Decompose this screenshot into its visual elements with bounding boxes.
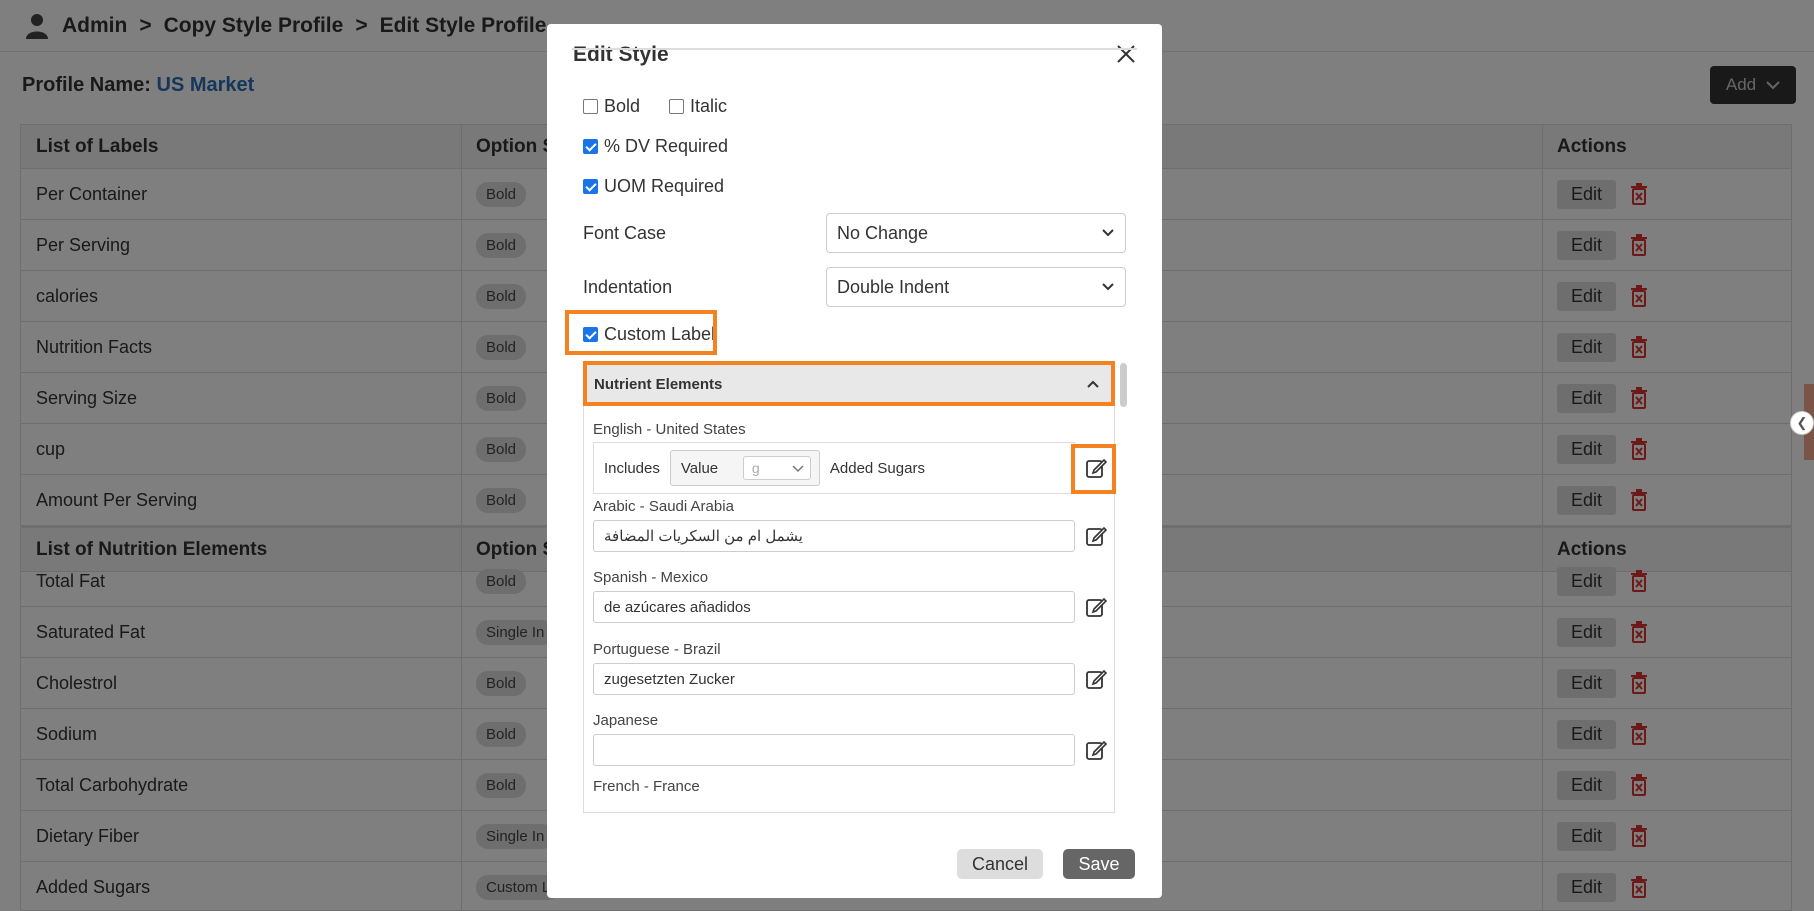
chevron-down-icon (1102, 283, 1114, 291)
edit-english-highlight (1071, 444, 1116, 494)
close-icon[interactable] (1115, 43, 1137, 65)
lang-label-english: English - United States (593, 421, 746, 438)
indentation-label: Indentation (583, 277, 673, 297)
edit-style-modal: Edit Style Bold Italic % DV Required UOM… (547, 24, 1162, 898)
font-case-value: No Change (837, 222, 929, 243)
lang-label: French - France (593, 778, 700, 795)
translation-input[interactable] (593, 734, 1075, 766)
italic-checkbox-box[interactable] (669, 99, 684, 114)
bold-checkbox[interactable]: Bold (583, 96, 640, 117)
edit-icon[interactable] (1085, 596, 1107, 618)
accordion-scrollbar[interactable] (1120, 363, 1127, 407)
save-button-label: Save (1078, 853, 1120, 874)
chevron-down-icon (792, 465, 804, 473)
translation-input[interactable]: de azúcares añadidos (593, 591, 1075, 623)
uom-required-checkbox-box[interactable] (583, 179, 598, 194)
chevron-down-icon (1102, 229, 1114, 237)
cancel-button-label: Cancel (971, 853, 1029, 874)
uom-required-label: UOM Required (604, 176, 725, 196)
modal-title: Edit Style (573, 43, 669, 66)
translation-input[interactable]: يشمل ام من السكريات المضافة (593, 520, 1075, 552)
italic-checkbox[interactable]: Italic (669, 96, 727, 117)
dv-required-checkbox-box[interactable] (583, 139, 598, 154)
bold-checkbox-label: Bold (604, 96, 641, 116)
custom-label-highlight (565, 310, 717, 355)
collapse-arrow-icon[interactable]: ❮ (1790, 411, 1814, 435)
includes-text: Includes (604, 459, 660, 477)
nutrient-elements-highlight (583, 361, 1115, 406)
font-case-label: Font Case (583, 223, 667, 243)
unit-select[interactable]: g (742, 456, 811, 480)
unit-select-value: g (751, 460, 760, 476)
edit-icon[interactable] (1085, 525, 1107, 547)
modal-divider (572, 48, 1137, 50)
lang-label: Portuguese - Brazil (593, 641, 721, 658)
lang-label: Spanish - Mexico (593, 569, 709, 586)
value-select[interactable]: Value g (669, 450, 820, 486)
indentation-value: Double Indent (837, 276, 950, 297)
accordion-clip (583, 813, 1123, 833)
value-select-label: Value (680, 459, 719, 477)
english-label-builder: Includes Value g Added Sugars (593, 442, 1075, 494)
lang-label: Japanese (593, 712, 659, 729)
edit-icon[interactable] (1085, 668, 1107, 690)
added-sugars-text: Added Sugars (829, 459, 925, 477)
cancel-button[interactable]: Cancel (957, 849, 1043, 879)
save-button[interactable]: Save (1063, 849, 1135, 879)
dv-required-label: % DV Required (604, 136, 729, 156)
edit-icon[interactable] (1085, 739, 1107, 761)
indentation-select[interactable]: Double Indent (826, 267, 1126, 307)
font-case-select[interactable]: No Change (826, 213, 1126, 253)
bold-checkbox-box[interactable] (583, 99, 598, 114)
dv-required-checkbox[interactable]: % DV Required (583, 136, 728, 157)
translation-input[interactable]: zugesetzten Zucker (593, 663, 1075, 695)
uom-required-checkbox[interactable]: UOM Required (583, 176, 724, 197)
italic-checkbox-label: Italic (690, 96, 728, 116)
lang-label: Arabic - Saudi Arabia (593, 498, 734, 515)
